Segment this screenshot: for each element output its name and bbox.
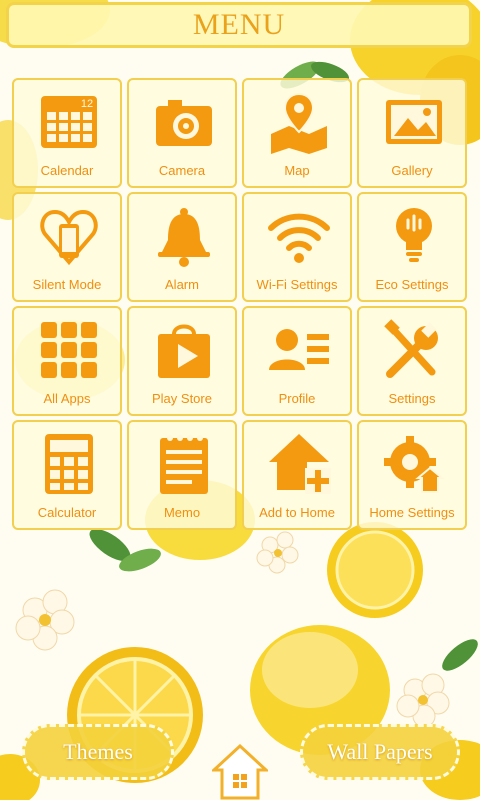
home-settings-icon — [384, 436, 445, 493]
app-tile-camera[interactable]: Camera — [127, 78, 237, 188]
settings-icon — [384, 319, 438, 378]
app-tile-map[interactable]: Map — [242, 78, 352, 188]
map-icon — [271, 92, 327, 154]
app-label: Eco Settings — [375, 277, 449, 292]
calculator-icon — [45, 434, 93, 494]
app-tile-memo[interactable]: Memo — [127, 420, 237, 530]
themes-button[interactable]: Themes — [22, 724, 174, 780]
app-label: Silent Mode — [32, 277, 102, 292]
app-label: Play Store — [152, 391, 212, 406]
app-label: Memo — [163, 505, 201, 520]
gallery-icon — [386, 100, 442, 144]
app-tile-all-apps[interactable]: All Apps — [12, 306, 122, 416]
app-tile-settings[interactable]: Settings — [357, 306, 467, 416]
menu-title: MENU — [192, 8, 286, 41]
app-label: Alarm — [165, 277, 199, 292]
app-tile-home-settings[interactable]: Home Settings — [357, 420, 467, 530]
all-apps-icon — [41, 322, 97, 378]
memo-icon — [160, 435, 208, 494]
add-to-home-icon — [269, 434, 331, 494]
profile-icon — [269, 329, 329, 370]
app-tile-wifi[interactable]: Wi-Fi Settings — [242, 192, 352, 302]
app-tile-calculator[interactable]: Calculator — [12, 420, 122, 530]
menu-header: MENU — [6, 2, 472, 48]
app-label: Wi-Fi Settings — [256, 277, 338, 292]
app-label: Gallery — [391, 163, 433, 178]
calendar-badge: 12 — [81, 98, 93, 110]
app-label: Calculator — [37, 505, 97, 520]
wallpapers-button[interactable]: Wall Papers — [300, 724, 460, 780]
app-label: Add to Home — [259, 505, 335, 520]
app-label: Map — [284, 163, 310, 178]
app-label: All Apps — [43, 391, 91, 406]
silent-mode-icon — [40, 209, 98, 266]
app-label: Calendar — [40, 163, 94, 178]
app-label: Profile — [278, 391, 316, 406]
eco-bulb-icon — [396, 208, 432, 262]
app-tile-calendar[interactable]: 12 Calendar — [12, 78, 122, 188]
calendar-icon: 12 — [41, 96, 97, 148]
themes-label: Themes — [63, 739, 133, 764]
app-tile-silent-mode[interactable]: Silent Mode — [12, 192, 122, 302]
home-icon[interactable] — [212, 744, 268, 800]
app-tile-play-store[interactable]: Play Store — [127, 306, 237, 416]
alarm-icon — [158, 208, 210, 267]
app-label: Settings — [388, 391, 436, 406]
app-tile-add-to-home[interactable]: Add to Home — [242, 420, 352, 530]
app-label: Camera — [158, 163, 206, 178]
app-label: Home Settings — [369, 505, 455, 520]
camera-icon — [156, 100, 212, 146]
play-store-icon — [158, 324, 210, 378]
wifi-icon — [268, 213, 330, 263]
app-tile-eco[interactable]: Eco Settings — [357, 192, 467, 302]
wallpapers-label: Wall Papers — [327, 739, 433, 764]
app-tile-profile[interactable]: Profile — [242, 306, 352, 416]
app-tile-alarm[interactable]: Alarm — [127, 192, 237, 302]
app-tile-gallery[interactable]: Gallery — [357, 78, 467, 188]
